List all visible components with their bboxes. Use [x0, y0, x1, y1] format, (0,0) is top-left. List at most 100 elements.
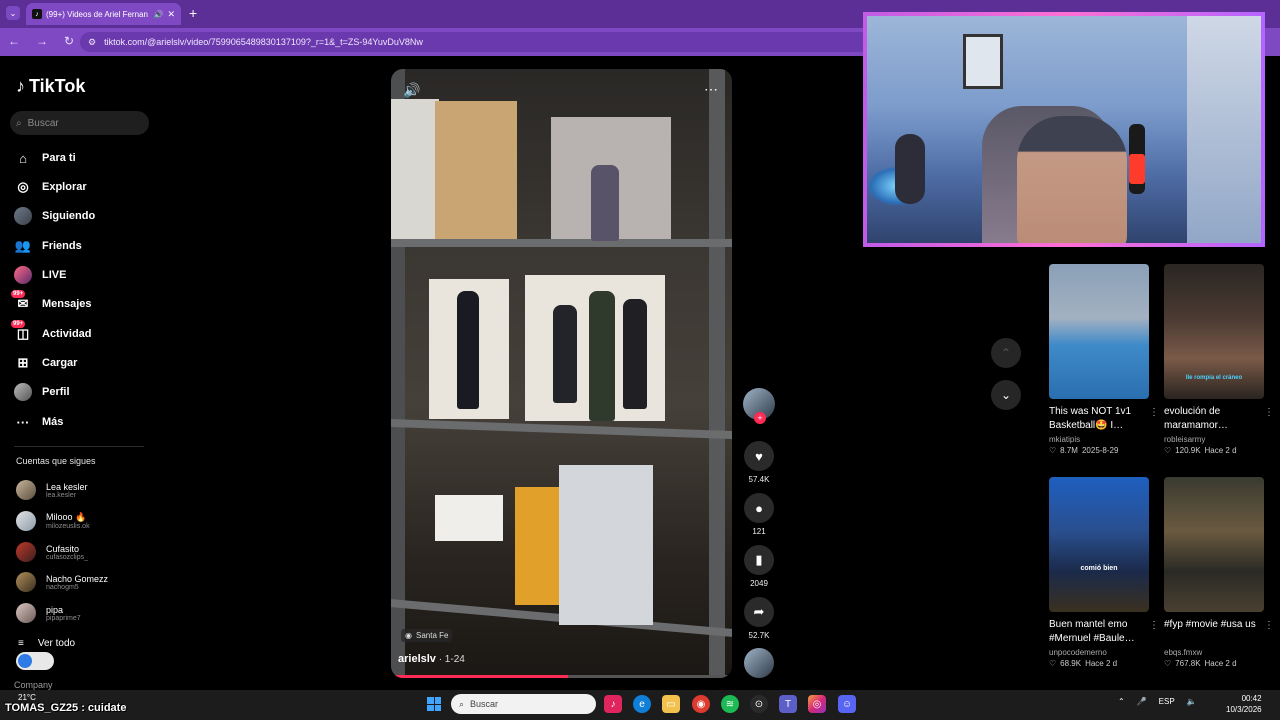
nav-mensajes[interactable]: ✉ 99+ Mensajes: [11, 290, 92, 315]
address-bar[interactable]: ⚙ tiktok.com/@arielslv/video/75990654898…: [80, 32, 880, 52]
windows-start-icon[interactable]: [427, 697, 441, 711]
streamer: [1017, 116, 1127, 243]
message-icon: ✉ 99+: [11, 290, 29, 311]
recommended-video-card[interactable]: This was NOT 1v1 Basketball🤩 I… mkiatipi…: [1049, 264, 1159, 455]
language-indicator[interactable]: ESP: [1159, 697, 1175, 706]
tiktok-app-icon[interactable]: ♪: [604, 695, 622, 713]
taskbar-search[interactable]: ⌕ Buscar: [451, 694, 596, 714]
nav-explorar[interactable]: ◎ Explorar: [14, 176, 86, 198]
following-account[interactable]: pipa pipaprime7: [16, 599, 81, 627]
creator-avatar[interactable]: +: [741, 388, 777, 424]
previous-video-button[interactable]: ⌃: [991, 338, 1021, 368]
steam-icon[interactable]: ⊙: [750, 695, 768, 713]
search-icon: ⌕: [459, 698, 465, 709]
location-tag[interactable]: ◉ Santa Fe: [401, 629, 453, 642]
chevron-up-icon: ⌃: [1000, 346, 1012, 360]
video-stats: ♡ 8.7M 2025-8-29: [1049, 446, 1119, 455]
stream-chat-caption: TOMAS_GZ25 : cuidate: [5, 702, 127, 714]
save-button[interactable]: ▮ 2049: [741, 545, 777, 588]
nav-actividad[interactable]: ◫ 99+ Actividad: [11, 320, 92, 345]
card-more-icon[interactable]: ⋮: [1264, 620, 1274, 631]
nav-perfil[interactable]: Perfil: [14, 381, 70, 403]
teams-icon[interactable]: T: [779, 695, 797, 713]
share-button[interactable]: ➦ 52.7K: [741, 597, 777, 640]
chevron-up-icon[interactable]: ⌃: [1118, 697, 1125, 706]
avatar: +: [743, 388, 775, 424]
taskbar-clock[interactable]: 00:42 10/3/2026: [1226, 693, 1262, 715]
recommended-video-card[interactable]: comió bien Buen mantel emo #Mernuel #Bau…: [1049, 477, 1159, 668]
browser-tab[interactable]: ♪ (99+) Videos de Ariel Fernan… 🔊 ✕: [26, 3, 181, 25]
nav-mas[interactable]: ··· Más: [14, 411, 64, 433]
video-thumbnail: Ile rompía el cráneo: [1164, 264, 1264, 399]
close-tab-icon[interactable]: ✕: [167, 9, 175, 20]
follow-plus-icon[interactable]: +: [754, 412, 766, 424]
video-title: Buen mantel emo #Mernuel #Baule…: [1049, 619, 1135, 644]
file-explorer-icon[interactable]: ▭: [662, 695, 680, 713]
share-icon: ➦: [744, 597, 774, 627]
bottle: [623, 299, 647, 409]
nav-siguiendo[interactable]: Siguiendo: [14, 205, 95, 227]
audio-icon[interactable]: 🔊: [153, 10, 163, 19]
site-info-icon[interactable]: ⚙: [88, 37, 96, 48]
tiktok-logo[interactable]: ♪ TikTok: [16, 76, 85, 97]
reload-icon[interactable]: ↻: [64, 34, 74, 48]
see-all-link[interactable]: ≡ Ver todo: [18, 638, 75, 649]
edge-icon[interactable]: e: [633, 695, 651, 713]
following-avatar-icon: [14, 207, 32, 225]
chrome-icon[interactable]: ◉: [692, 695, 710, 713]
back-icon[interactable]: ←: [8, 34, 20, 48]
profile-icon: [14, 383, 32, 401]
instagram-icon[interactable]: ◎: [808, 695, 826, 713]
thumbnail-caption: Ile rompía el cráneo: [1185, 375, 1243, 381]
search-input[interactable]: ⌕ Buscar: [10, 111, 149, 135]
card-more-icon[interactable]: ⋮: [1264, 407, 1274, 418]
mic-icon[interactable]: 🎤: [1137, 697, 1147, 706]
video-progress-bar[interactable]: [391, 675, 732, 678]
video-stats: ♡ 767.8K Hace 2 d: [1164, 659, 1237, 668]
forward-icon[interactable]: →: [36, 34, 48, 48]
activity-icon: ◫ 99+: [11, 320, 30, 341]
box: [435, 495, 503, 541]
sound-avatar[interactable]: [741, 648, 777, 678]
company-link[interactable]: Company: [14, 680, 53, 690]
spotify-icon[interactable]: ≋: [721, 695, 739, 713]
following-account[interactable]: Milooo 🔥 milozeuslis.ok: [16, 507, 90, 535]
video-user: unpocodemerno: [1049, 648, 1107, 657]
following-account[interactable]: Cufasito cufasozclips_: [16, 538, 88, 566]
upload-icon: ⊞: [17, 355, 29, 370]
card-more-icon[interactable]: ⋮: [1149, 407, 1159, 418]
video-title: This was NOT 1v1 Basketball🤩 I…: [1049, 406, 1132, 431]
next-video-button[interactable]: ⌄: [991, 380, 1021, 410]
new-tab-button[interactable]: +: [189, 5, 197, 21]
volume-icon[interactable]: 🔊: [403, 82, 420, 99]
nav-live[interactable]: LIVE: [14, 264, 66, 286]
autoscroll-toggle[interactable]: [16, 652, 54, 670]
url-text: tiktok.com/@arielslv/video/7599065489830…: [104, 37, 423, 47]
nav-cargar[interactable]: ⊞ Cargar: [14, 352, 78, 374]
weather-widget[interactable]: 21°C: [18, 693, 36, 702]
nav-para-ti[interactable]: ⌂ Para ti: [14, 147, 76, 169]
like-button[interactable]: ♥ 57.4K: [741, 441, 777, 484]
save-count: 2049: [750, 579, 768, 588]
discord-icon[interactable]: ☺: [838, 695, 856, 713]
wall-shelf: [1187, 16, 1261, 243]
poster: [391, 99, 439, 239]
recommended-video-card[interactable]: Ile rompía el cráneo evolución de marama…: [1164, 264, 1274, 455]
nav-friends[interactable]: 👥 Friends: [14, 235, 82, 257]
video-player[interactable]: 🔊 ⋯ ◉ Santa Fe arielslv · 1-24: [391, 69, 732, 678]
tab-search-button[interactable]: ⌄: [6, 6, 20, 20]
card-more-icon[interactable]: ⋮: [1149, 620, 1159, 631]
video-user: robleisarmy: [1164, 435, 1206, 444]
following-account[interactable]: Nacho Gomezz nachogm5: [16, 568, 108, 596]
video-author[interactable]: arielslv · 1-24: [398, 653, 465, 665]
system-tray: ⌃ 🎤 ESP 🔈: [1118, 697, 1197, 706]
speaker-icon[interactable]: 🔈: [1187, 697, 1197, 706]
clock-time: 00:42: [1241, 694, 1262, 703]
thumbnail-caption: comió bien: [1080, 565, 1118, 572]
sidebar: ♪ TikTok ⌕ Buscar ⌂ Para ti ◎ Explorar S…: [0, 58, 165, 690]
video-more-icon[interactable]: ⋯: [704, 81, 718, 98]
following-account[interactable]: Lea kesler lea.kesler: [16, 476, 88, 504]
recommended-video-card[interactable]: #fyp #movie #usa us ebqs.fmxw ♡ 767.8K Hac…: [1164, 477, 1274, 668]
tab-title: (99+) Videos de Ariel Fernan…: [46, 9, 150, 19]
comment-button[interactable]: ● 121: [741, 493, 777, 536]
